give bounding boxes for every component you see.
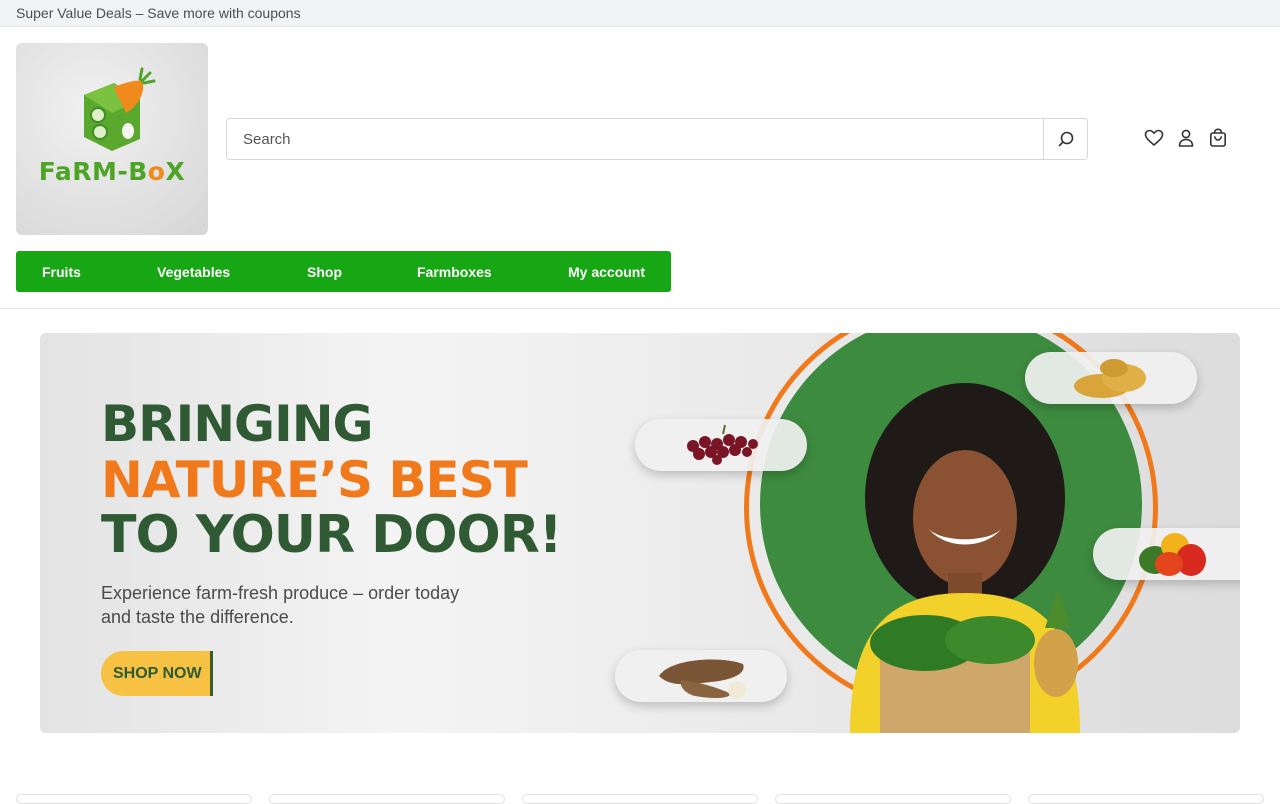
produce-pill-potatoes <box>1025 352 1197 404</box>
category-card[interactable] <box>1028 794 1264 804</box>
nav-item-farmboxes[interactable]: Farmboxes <box>417 264 492 280</box>
brand-wordmark: FaRM-BoX <box>38 157 186 186</box>
category-card[interactable] <box>775 794 1011 804</box>
nav-item-my-account[interactable]: My account <box>568 264 645 280</box>
grapes-icon <box>687 424 758 465</box>
shopping-bag-icon <box>1209 128 1226 147</box>
hero-heading-line-2: NATURE’S BEST <box>101 451 528 509</box>
header-actions <box>1144 127 1228 149</box>
site-header: FaRM-BoX Search Fruits Vegetables Shop F… <box>0 27 1280 309</box>
yam-icon <box>659 659 746 699</box>
hero-heading-line-3: TO YOUR DOOR! <box>101 505 562 565</box>
search-bar <box>226 118 1088 160</box>
hero-heading-line-1: BRINGING <box>101 395 374 453</box>
shop-now-button[interactable]: SHOP NOW <box>101 651 213 696</box>
potatoes-icon <box>1074 359 1146 398</box>
produce-pill-yam <box>615 650 787 702</box>
search-button[interactable] <box>1043 119 1087 159</box>
category-card[interactable] <box>522 794 758 804</box>
farmbox-logo-icon <box>84 67 156 151</box>
nav-item-vegetables[interactable]: Vegetables <box>157 264 230 280</box>
user-icon <box>1178 129 1194 147</box>
account-button[interactable] <box>1176 127 1196 149</box>
wishlist-button[interactable] <box>1144 127 1164 149</box>
category-card[interactable] <box>269 794 505 804</box>
search-input[interactable] <box>227 119 1043 159</box>
promo-text: Super Value Deals – Save more with coupo… <box>16 5 301 21</box>
bell-peppers-icon <box>1139 533 1206 576</box>
brand-logo[interactable]: FaRM-BoX <box>16 43 208 235</box>
produce-pill-grapes <box>635 419 807 471</box>
promo-bar: Super Value Deals – Save more with coupo… <box>0 0 1280 27</box>
main-nav: Fruits Vegetables Shop Farmboxes My acco… <box>16 251 671 292</box>
category-card[interactable] <box>16 794 252 804</box>
woman-with-groceries-image <box>850 383 1080 733</box>
hero-subtitle: Experience farm-fresh produce – order to… <box>101 583 460 627</box>
produce-pill-peppers <box>1093 528 1240 580</box>
nav-item-shop[interactable]: Shop <box>307 264 342 280</box>
hero-banner[interactable]: BRINGING NATURE’S BEST TO YOUR DOOR! Exp… <box>40 333 1240 733</box>
search-icon <box>1058 131 1073 147</box>
nav-item-fruits[interactable]: Fruits <box>42 264 81 280</box>
cart-button[interactable] <box>1208 127 1228 149</box>
heart-icon <box>1144 129 1164 146</box>
